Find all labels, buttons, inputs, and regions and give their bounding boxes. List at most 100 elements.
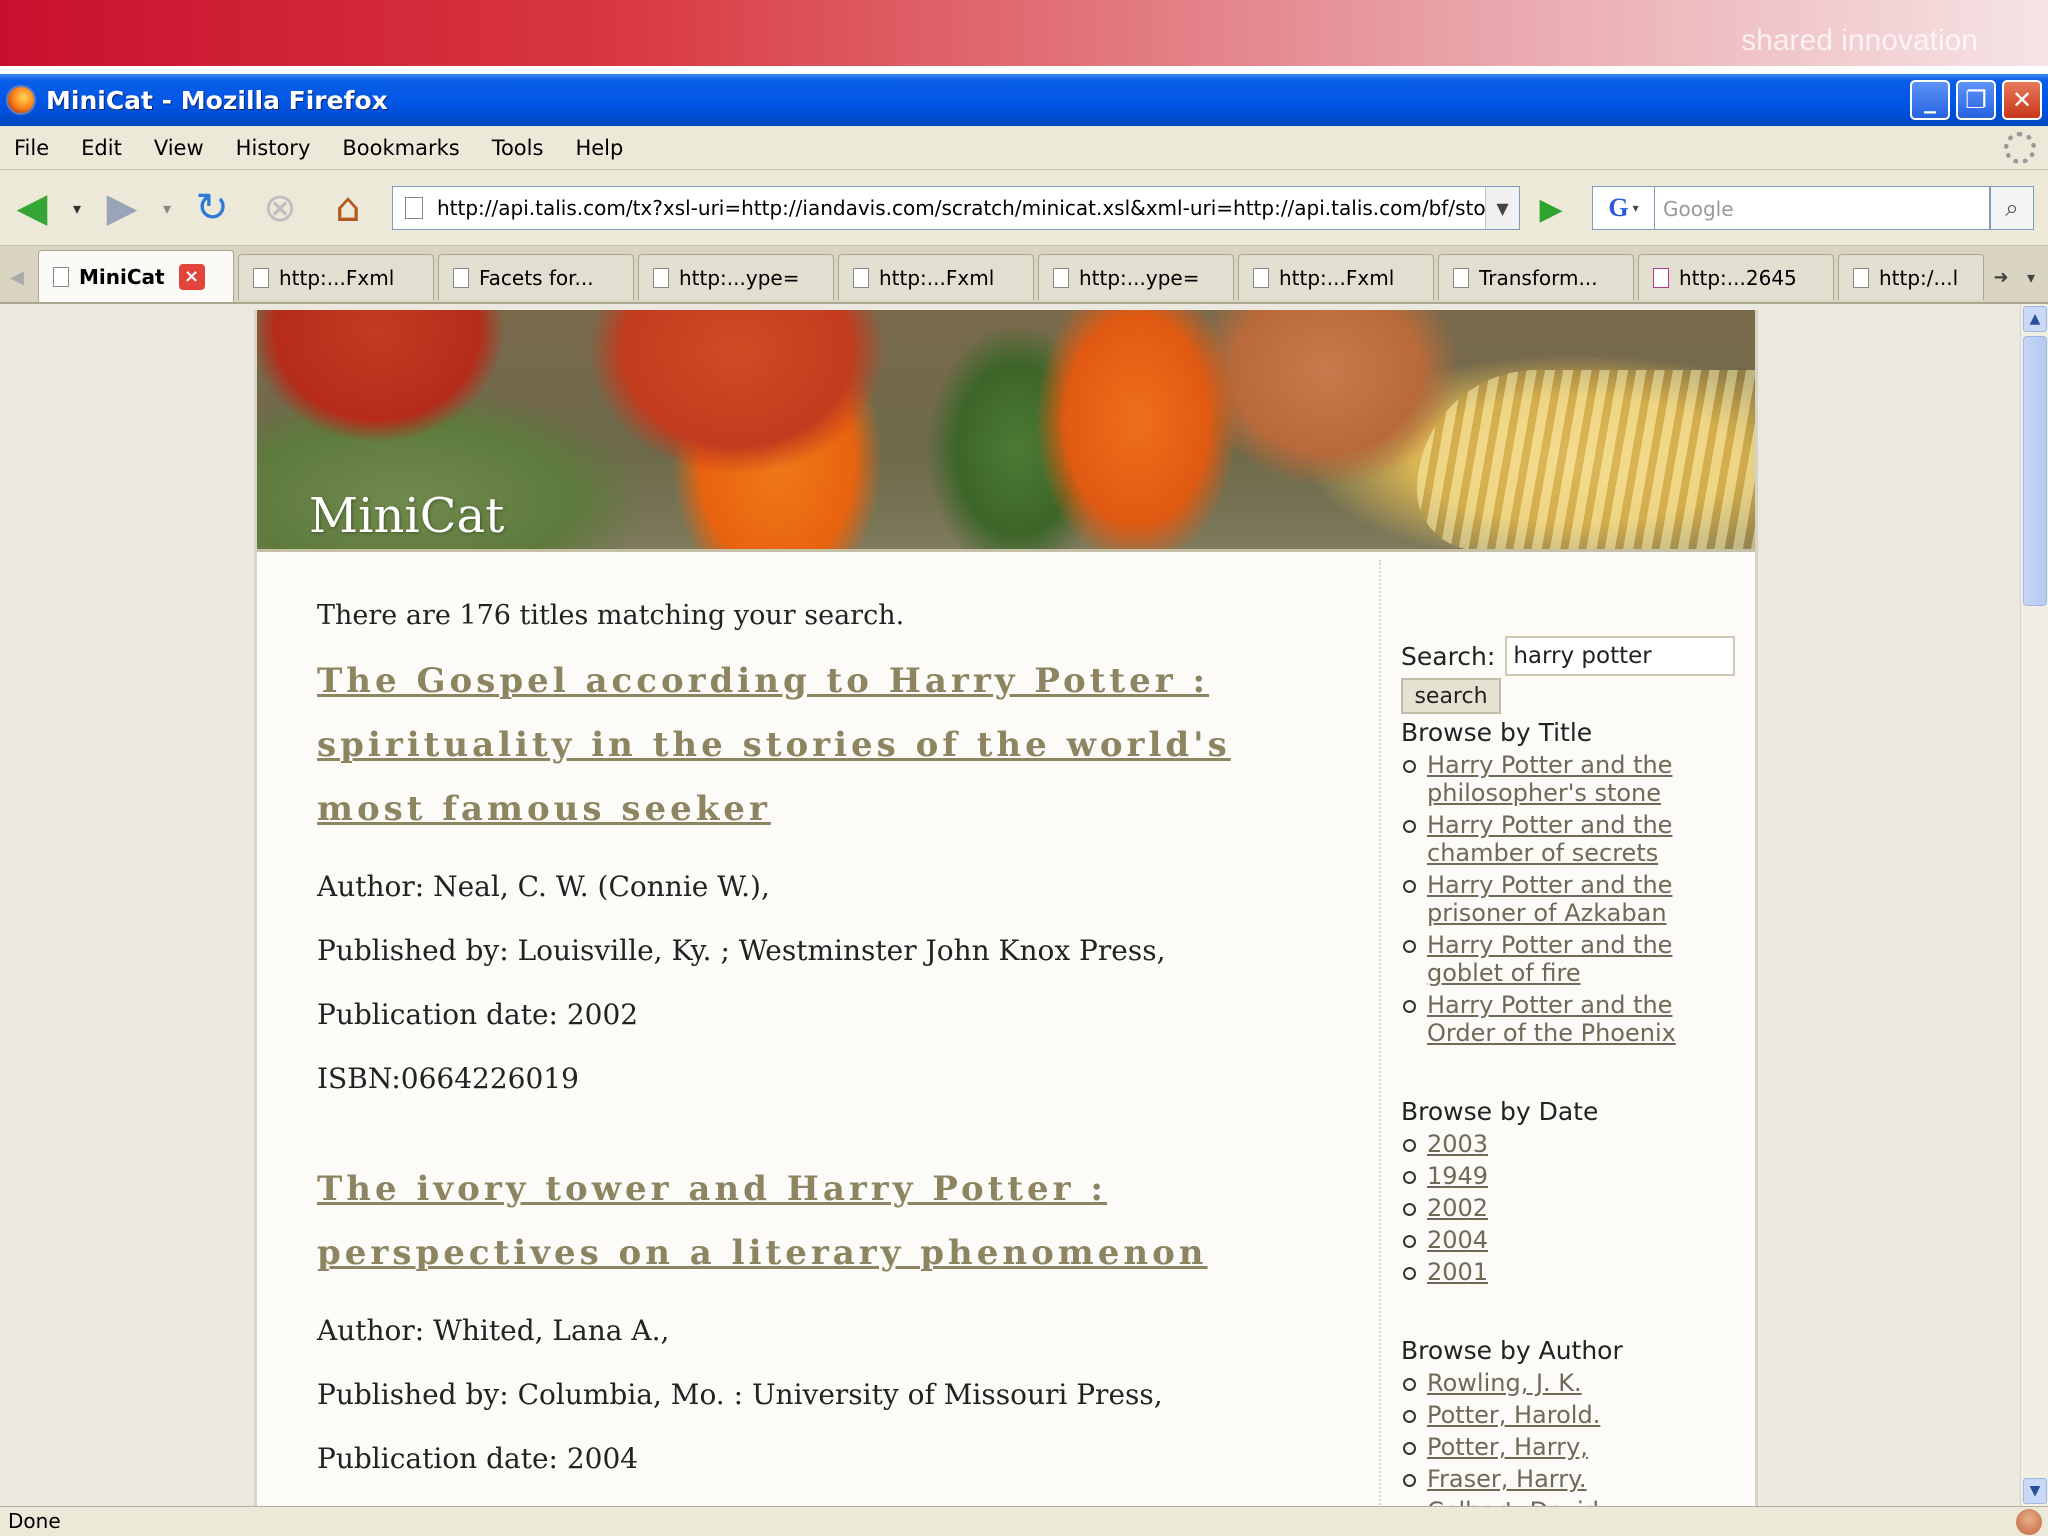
address-url[interactable]: http://api.talis.com/tx?xsl-uri=http://i… xyxy=(437,196,1485,220)
search-button[interactable]: search xyxy=(1401,678,1501,714)
home-button[interactable]: ⌂ xyxy=(324,184,372,232)
menu-edit[interactable]: Edit xyxy=(65,136,138,160)
tab-10[interactable]: http:/...l xyxy=(1838,254,1984,300)
status-text: Done xyxy=(8,1509,61,1533)
list-item: Fraser, Harry. xyxy=(1401,1465,1741,1493)
tab-3[interactable]: Facets for... xyxy=(438,254,634,300)
forward-button[interactable]: ▶ xyxy=(98,184,146,232)
page-icon xyxy=(1453,267,1469,288)
minimize-button[interactable]: _ xyxy=(1910,80,1950,120)
scrollbar-thumb[interactable] xyxy=(2023,336,2047,606)
forward-history-dropdown[interactable]: ▾ xyxy=(152,184,182,232)
author-link[interactable]: Potter, Harry, xyxy=(1427,1433,1588,1461)
menu-bookmarks[interactable]: Bookmarks xyxy=(326,136,475,160)
author-link[interactable]: Colbert, David. xyxy=(1427,1497,1607,1506)
throbber-icon xyxy=(2004,132,2036,164)
banner-tagline: shared innovation xyxy=(1741,24,1978,57)
tab-minicat[interactable]: MiniCat × xyxy=(38,250,234,302)
author-link[interactable]: Potter, Harold. xyxy=(1427,1401,1600,1429)
search-engine-selector[interactable]: G ▾ xyxy=(1592,186,1654,230)
close-tab-icon[interactable]: × xyxy=(178,263,205,290)
tab-5[interactable]: http:...Fxml xyxy=(838,254,1034,300)
minicat-page: MiniCat There are 176 titles matching yo… xyxy=(254,310,1758,1506)
tab-label: http:/...l xyxy=(1879,265,1959,290)
menu-tools[interactable]: Tools xyxy=(476,136,560,160)
author-link[interactable]: Rowling, J. K. xyxy=(1427,1369,1582,1397)
tab-7[interactable]: http:...Fxml xyxy=(1238,254,1434,300)
list-item: Harry Potter and the chamber of secrets xyxy=(1401,811,1741,867)
reload-button[interactable]: ↻ xyxy=(188,184,236,232)
tab-label: Transform... xyxy=(1479,265,1598,290)
title-link[interactable]: Harry Potter and the Order of the Phoeni… xyxy=(1427,991,1676,1047)
menu-view[interactable]: View xyxy=(138,136,220,160)
title-link[interactable]: Harry Potter and the goblet of fire xyxy=(1427,931,1672,987)
site-title: MiniCat xyxy=(309,488,505,544)
vertical-scrollbar[interactable]: ▲ ▼ xyxy=(2020,304,2048,1506)
title-link[interactable]: Harry Potter and the philosopher's stone xyxy=(1427,751,1672,807)
browse-by-date-heading: Browse by Date xyxy=(1401,1097,1599,1126)
list-item: Colbert, David. xyxy=(1401,1497,1741,1506)
tab-2[interactable]: http:...Fxml xyxy=(238,254,434,300)
tab-strip: ◀ MiniCat × http:...Fxml Facets for... h… xyxy=(0,246,2048,304)
search-input[interactable] xyxy=(1505,636,1736,676)
page-viewport: MiniCat There are 176 titles matching yo… xyxy=(0,304,2020,1506)
list-item: 2001 xyxy=(1401,1258,1741,1286)
tab-9[interactable]: http:...2645 xyxy=(1638,254,1834,300)
browse-by-author-heading: Browse by Author xyxy=(1401,1336,1623,1365)
date-link[interactable]: 2002 xyxy=(1427,1194,1488,1222)
page-icon xyxy=(1253,267,1269,288)
book-title-link[interactable]: The Gospel according to Harry Potter : s… xyxy=(317,649,1317,841)
tab-scroll-right-icon[interactable]: ➜ xyxy=(1986,256,2016,298)
menu-file[interactable]: File xyxy=(0,136,65,160)
status-bar: Done xyxy=(0,1506,2048,1536)
page-icon xyxy=(653,267,669,288)
tab-label: MiniCat xyxy=(79,264,165,289)
page-icon xyxy=(53,266,69,287)
sidebar: Search: search Browse by Title Harry Pot… xyxy=(1401,636,1741,1506)
book-entry: The ivory tower and Harry Potter : persp… xyxy=(317,1157,1317,1491)
title-link[interactable]: Harry Potter and the prisoner of Azkaban xyxy=(1427,871,1672,927)
search-icon[interactable]: ⌕ xyxy=(1990,186,2034,230)
tab-label: http:...ype= xyxy=(1079,265,1200,290)
book-publisher: Published by: Columbia, Mo. : University… xyxy=(317,1378,1163,1411)
tab-list-dropdown-icon[interactable]: ▾ xyxy=(2016,256,2046,298)
book-title-link[interactable]: The ivory tower and Harry Potter : persp… xyxy=(317,1157,1317,1285)
list-item: Harry Potter and the philosopher's stone xyxy=(1401,751,1741,807)
restore-button[interactable]: ❐ xyxy=(1956,80,1996,120)
menu-help[interactable]: Help xyxy=(559,136,639,160)
book-isbn: ISBN:0664226019 xyxy=(317,1062,579,1095)
status-addon-icon[interactable] xyxy=(2016,1509,2042,1535)
date-link[interactable]: 2001 xyxy=(1427,1258,1488,1286)
tab-8[interactable]: Transform... xyxy=(1438,254,1634,300)
window-title-bar: MiniCat - Mozilla Firefox _ ❐ ✕ xyxy=(0,74,2048,126)
banner-gap xyxy=(0,66,2048,74)
tab-4[interactable]: http:...ype= xyxy=(638,254,834,300)
menu-history[interactable]: History xyxy=(220,136,327,160)
author-link[interactable]: Fraser, Harry. xyxy=(1427,1465,1587,1493)
search-results: There are 176 titles matching your searc… xyxy=(317,600,1317,1506)
column-divider xyxy=(1379,560,1381,1506)
date-link[interactable]: 2003 xyxy=(1427,1130,1488,1158)
menu-bar: File Edit View History Bookmarks Tools H… xyxy=(0,126,2048,170)
web-search-input[interactable]: Google xyxy=(1654,186,1990,230)
date-link[interactable]: 2004 xyxy=(1427,1226,1488,1254)
result-summary: There are 176 titles matching your searc… xyxy=(317,600,905,631)
scroll-down-icon[interactable]: ▼ xyxy=(2023,1478,2047,1504)
back-history-dropdown[interactable]: ▾ xyxy=(62,184,92,232)
date-link[interactable]: 1949 xyxy=(1427,1162,1488,1190)
list-item: 2002 xyxy=(1401,1194,1741,1222)
title-link[interactable]: Harry Potter and the chamber of secrets xyxy=(1427,811,1672,867)
scroll-up-icon[interactable]: ▲ xyxy=(2023,306,2047,332)
list-item: 2003 xyxy=(1401,1130,1741,1158)
vegetable-header-image: MiniCat xyxy=(257,310,1755,552)
go-button[interactable]: ▶ xyxy=(1532,190,1570,228)
address-dropdown[interactable]: ▼ xyxy=(1485,187,1519,229)
address-bar[interactable]: http://api.talis.com/tx?xsl-uri=http://i… xyxy=(392,186,1520,230)
tab-scroll-left-icon[interactable]: ◀ xyxy=(0,256,34,298)
close-window-button[interactable]: ✕ xyxy=(2002,80,2042,120)
stop-button[interactable]: ⊗ xyxy=(256,184,304,232)
chevron-down-icon: ▾ xyxy=(1632,201,1639,215)
window-controls: _ ❐ ✕ xyxy=(1910,80,2042,120)
back-button[interactable]: ◀ xyxy=(8,184,56,232)
tab-6[interactable]: http:...ype= xyxy=(1038,254,1234,300)
